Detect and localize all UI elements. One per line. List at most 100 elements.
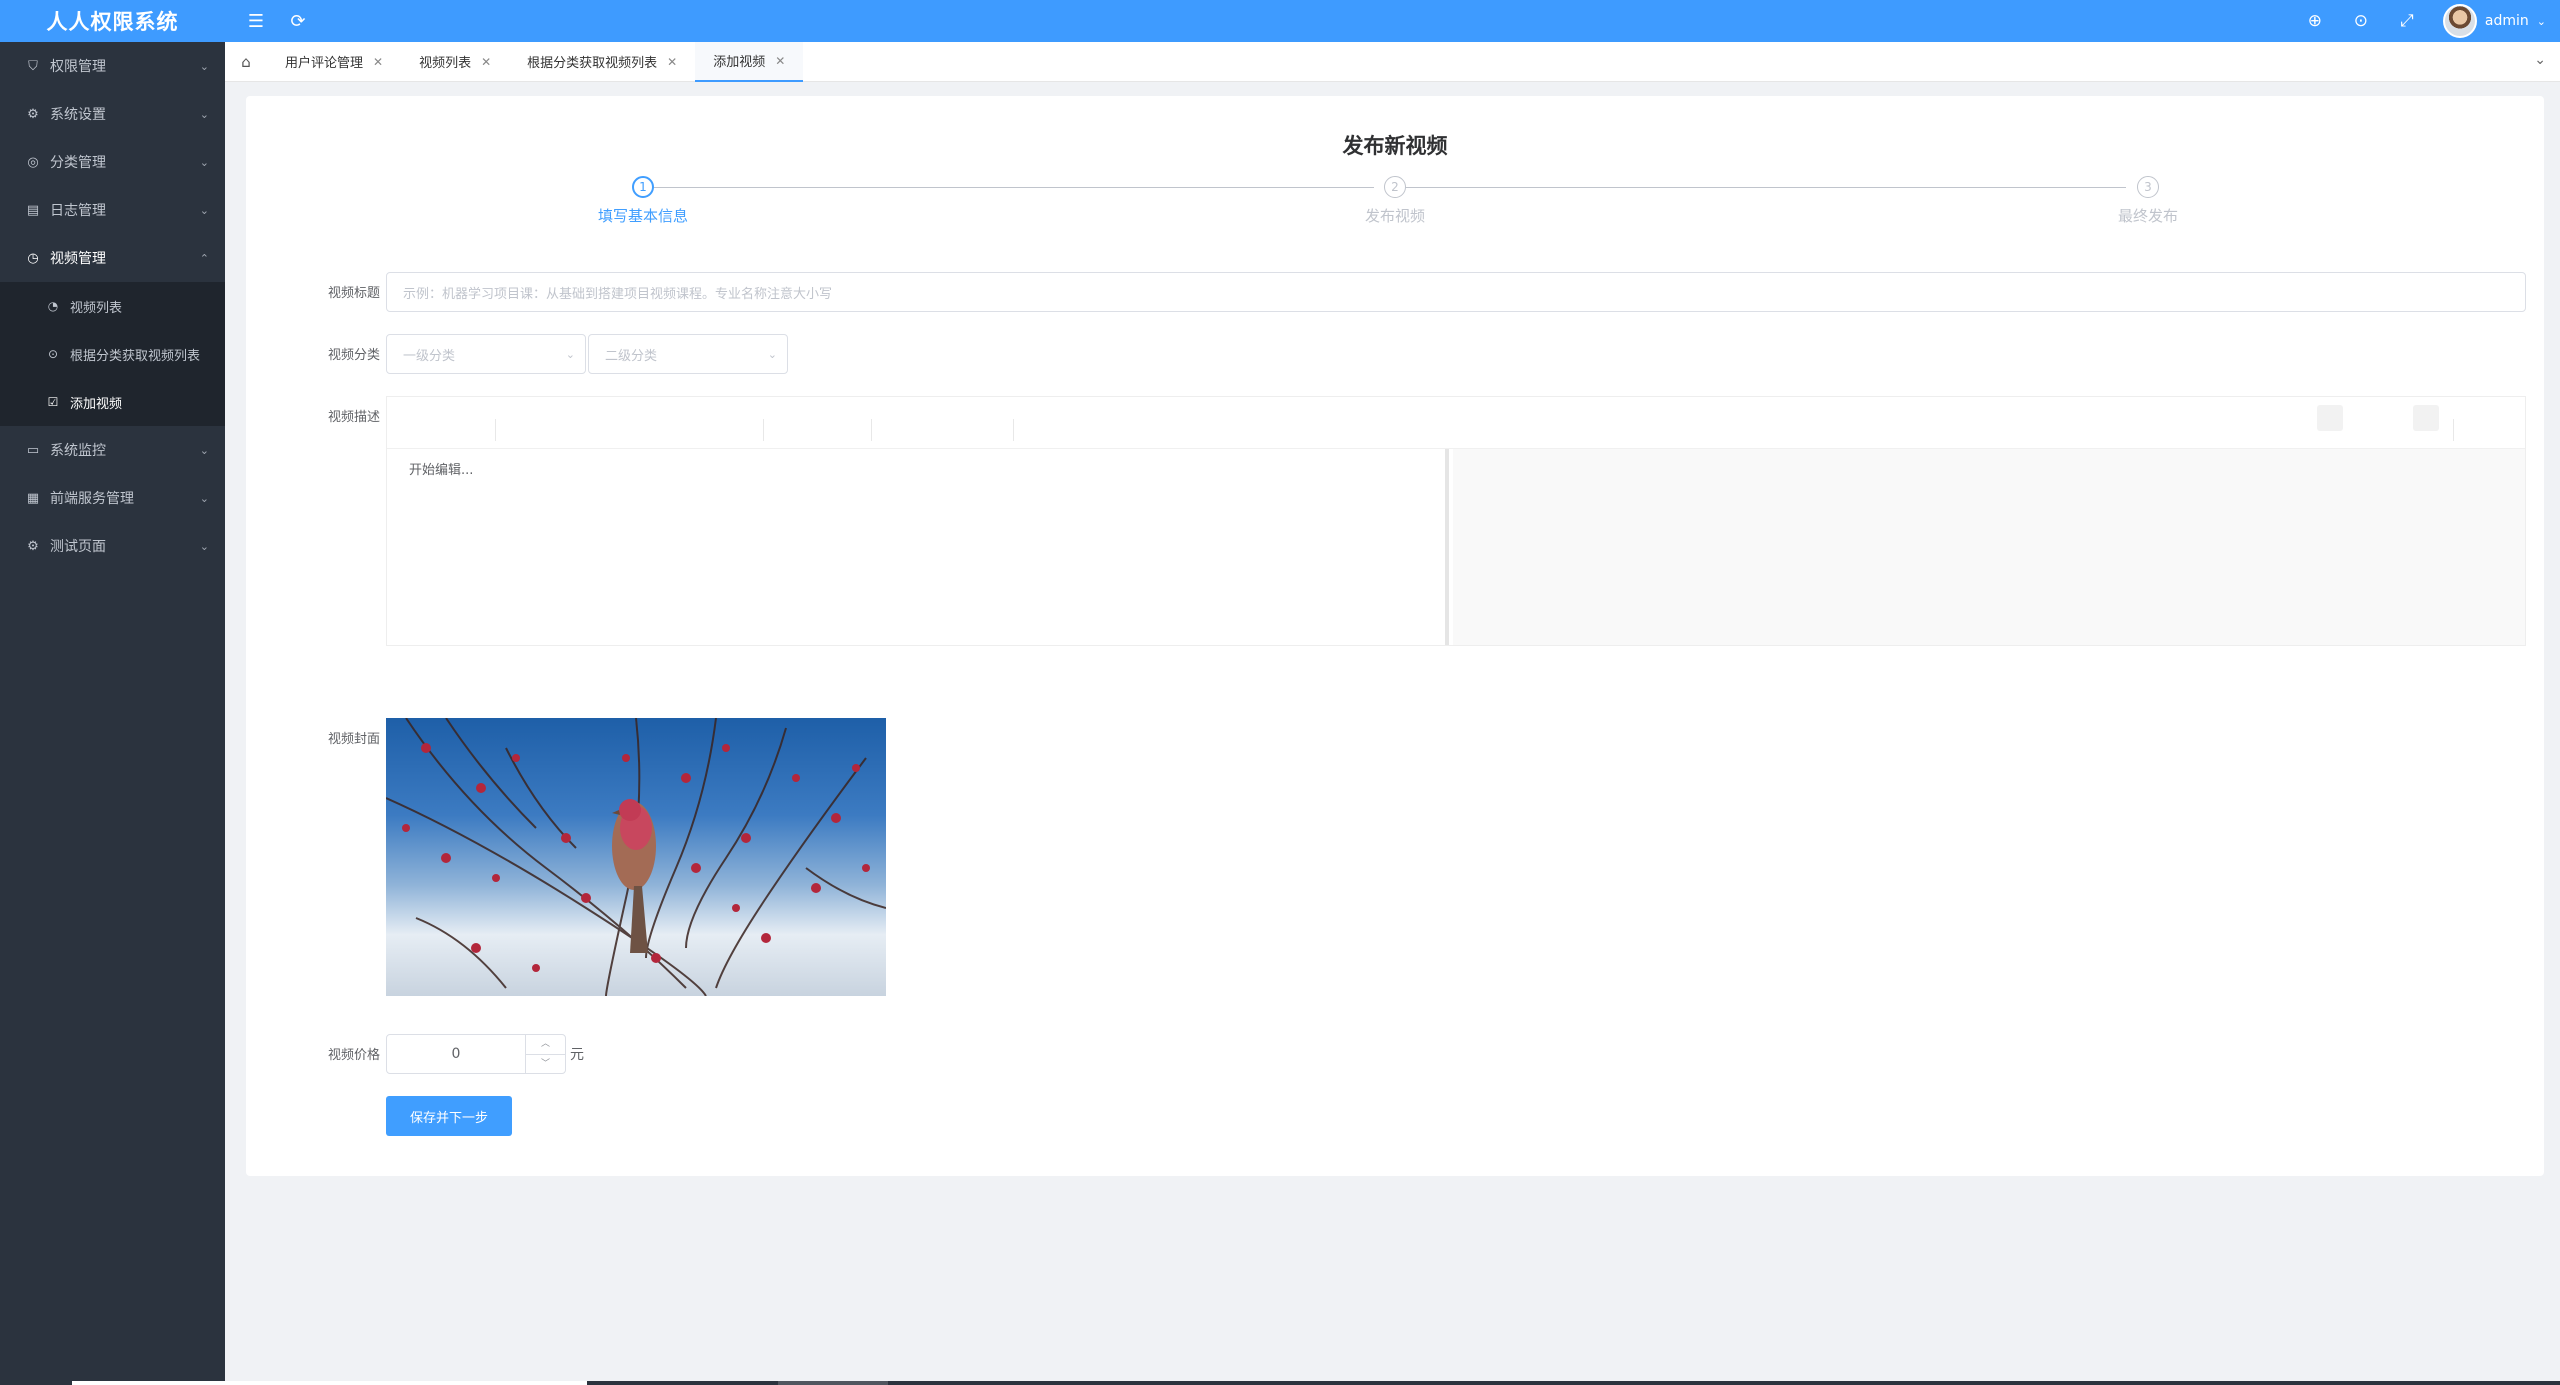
user-menu[interactable]: admin ⌄ [2442, 4, 2546, 38]
tab-video-by-category[interactable]: 根据分类获取视频列表 ✕ [509, 42, 695, 82]
sidebar-item-videos[interactable]: ◷ 视频管理 ⌃ [0, 234, 225, 282]
toolbar-divider [763, 419, 764, 441]
tab-add-video[interactable]: 添加视频 ✕ [695, 41, 804, 82]
cover-label: 视频封面 [327, 732, 380, 747]
scrollbar-segment [778, 1381, 888, 1385]
list-icon: ◔ [47, 299, 59, 313]
step-connector [1396, 187, 2126, 188]
github-icon[interactable]: ⊙ [2351, 11, 2371, 31]
tab-video-list[interactable]: 视频列表 ✕ [401, 42, 509, 82]
top-header: 人人权限系统 ☰ ⟳ ⊕ ⊙ ⤢ admin ⌄ [0, 0, 2560, 42]
fullscreen-toggle-button[interactable] [2413, 405, 2439, 431]
monitor-icon: ▭ [26, 442, 40, 458]
editor-input-area[interactable]: 开始编辑... [387, 449, 1449, 645]
category1-select[interactable]: 一级分类 ⌄ [386, 334, 586, 374]
stepper-buttons: ︿ ﹀ [525, 1035, 565, 1073]
chevron-down-icon: ⌄ [199, 107, 209, 121]
toolbar-divider [871, 419, 872, 441]
sidebar-item-logs[interactable]: ▤ 日志管理 ⌄ [0, 186, 225, 234]
header-actions: ⊕ ⊙ ⤢ admin ⌄ [2305, 0, 2546, 42]
toolbar-divider [2453, 419, 2454, 441]
close-icon[interactable]: ✕ [775, 54, 785, 68]
tab-label: 添加视频 [713, 55, 766, 70]
close-icon[interactable]: ✕ [481, 55, 491, 69]
save-next-button[interactable]: 保存并下一步 [386, 1096, 512, 1136]
editor-preview-pane [1453, 449, 2525, 645]
refresh-icon[interactable]: ⟳ [287, 11, 309, 32]
main-card: 发布新视频 1 填写基本信息 2 发布视频 3 最终发布 视频标题 示例：机器学… [246, 96, 2544, 1176]
settings-icon: ⚙ [27, 538, 39, 554]
bird-on-branch-image [386, 718, 886, 996]
title-label: 视频标题 [327, 286, 380, 301]
sidebar-item-video-by-category[interactable]: ⊙ 根据分类获取视频列表 [0, 330, 225, 378]
sidebar-item-add-video[interactable]: ☑ 添加视频 [0, 378, 225, 426]
step-label: 最终发布 [2117, 207, 2178, 225]
user-name[interactable]: admin [2485, 13, 2529, 29]
step-2: 2 发布视频 [1295, 176, 1495, 226]
sidebar-item-label: 日志管理 [50, 203, 106, 219]
step-label: 填写基本信息 [597, 207, 688, 225]
gear-icon: ⚙ [27, 106, 39, 122]
editor-placeholder: 开始编辑... [409, 463, 474, 478]
page-title: 发布新视频 [1342, 134, 1448, 158]
sidebar-item-label: 添加视频 [70, 396, 123, 412]
close-icon[interactable]: ✕ [667, 55, 677, 69]
sidebar-item-permissions[interactable]: ⛉ 权限管理 ⌄ [0, 42, 225, 90]
chevron-down-icon: ⌄ [199, 59, 209, 73]
chevron-down-icon[interactable]: ⌄ [2537, 15, 2546, 28]
title-input[interactable]: 示例：机器学习项目课：从基础到搭建项目视频课程。专业名称注意大小写 [386, 272, 2526, 312]
sidebar-item-categories[interactable]: ◎ 分类管理 ⌄ [0, 138, 225, 186]
sidebar-item-label: 分类管理 [50, 155, 106, 171]
sidebar-item-settings[interactable]: ⚙ 系统设置 ⌄ [0, 90, 225, 138]
close-icon[interactable]: ✕ [373, 55, 383, 69]
video-cover-image[interactable] [386, 718, 886, 996]
chevron-up-icon[interactable]: ︿ [526, 1035, 565, 1055]
step-3: 3 最终发布 [2048, 176, 2248, 226]
sidebar-item-video-list[interactable]: ◔ 视频列表 [0, 282, 225, 330]
price-stepper[interactable]: 0 ︿ ﹀ [386, 1034, 566, 1074]
horizontal-scrollbar[interactable] [72, 1381, 2560, 1385]
clock-icon: ◷ [27, 250, 39, 266]
sidebar-item-frontend-services[interactable]: ▦ 前端服务管理 ⌄ [0, 474, 225, 522]
tab-comments[interactable]: 用户评论管理 ✕ [267, 42, 401, 82]
step-number: 1 [632, 176, 654, 198]
sidebar-item-test-page[interactable]: ⚙ 测试页面 ⌄ [0, 522, 225, 570]
chevron-down-icon[interactable]: ﹀ [526, 1055, 565, 1074]
price-unit: 元 [570, 1047, 584, 1063]
category2-placeholder: 二级分类 [605, 348, 658, 364]
sidebar-item-label: 系统监控 [50, 443, 106, 459]
category-label: 视频分类 [327, 348, 380, 363]
title-placeholder: 示例：机器学习项目课：从基础到搭建项目视频课程。专业名称注意大小写 [403, 286, 833, 302]
fullscreen-icon[interactable]: ⤢ [2397, 11, 2417, 31]
editor-toolbar [387, 397, 2525, 449]
preview-toggle-button[interactable] [2317, 405, 2343, 431]
play-icon: ⊙ [47, 347, 59, 361]
video-submenu: ◔ 视频列表 ⊙ 根据分类获取视频列表 ☑ 添加视频 [0, 282, 225, 426]
sidebar-item-label: 测试页面 [50, 539, 106, 555]
chevron-down-icon: ⌄ [565, 347, 575, 361]
sidebar-item-label: 视频列表 [70, 300, 123, 316]
category1-placeholder: 一级分类 [403, 348, 456, 364]
step-1: 1 填写基本信息 [543, 176, 743, 226]
category-icon: ◎ [27, 154, 39, 170]
globe-icon[interactable]: ⊕ [2305, 11, 2325, 31]
price-value[interactable]: 0 [387, 1035, 525, 1073]
scrollbar-thumb[interactable] [72, 1381, 587, 1385]
sidebar-item-monitor[interactable]: ▭ 系统监控 ⌄ [0, 426, 225, 474]
chevron-down-icon: ⌄ [767, 347, 777, 361]
menu-fold-icon[interactable]: ☰ [245, 11, 267, 32]
app-title: 人人权限系统 [46, 10, 179, 34]
sidebar-item-label: 权限管理 [50, 59, 106, 75]
markdown-editor: 开始编辑... [386, 396, 2526, 646]
avatar[interactable] [2442, 4, 2477, 38]
chevron-down-icon[interactable]: ⌄ [2534, 52, 2546, 68]
sidebar-item-label: 根据分类获取视频列表 [70, 348, 201, 364]
toolbar-divider [1013, 419, 1014, 441]
toolbar-divider [495, 419, 496, 441]
chevron-down-icon: ⌄ [199, 539, 209, 553]
category2-select[interactable]: 二级分类 ⌄ [588, 334, 788, 374]
sidebar-item-label: 前端服务管理 [50, 491, 134, 507]
chevron-up-icon: ⌃ [199, 251, 209, 265]
home-icon[interactable]: ⌂ [225, 42, 267, 82]
chevron-down-icon: ⌄ [199, 491, 209, 505]
